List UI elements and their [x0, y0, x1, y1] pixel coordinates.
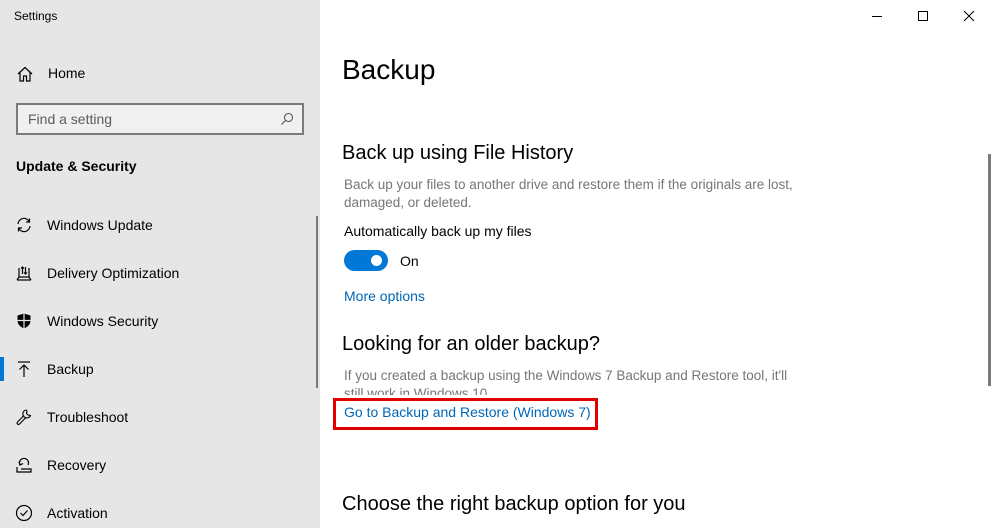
check-circle-icon	[15, 504, 33, 522]
sidebar-item-label: Delivery Optimization	[47, 265, 180, 281]
sidebar-item-backup[interactable]: Backup	[0, 349, 312, 389]
sidebar-item-recovery[interactable]: Recovery	[0, 445, 312, 485]
main-scrollbar[interactable]	[988, 154, 991, 386]
sidebar-item-label: Troubleshoot	[47, 409, 129, 425]
close-button[interactable]	[946, 0, 992, 32]
sidebar-scrollbar[interactable]	[316, 216, 318, 388]
recovery-icon	[15, 456, 33, 474]
active-indicator	[0, 357, 4, 381]
minimize-button[interactable]	[854, 0, 900, 32]
sidebar-item-delivery-optimization[interactable]: Delivery Optimization	[0, 253, 312, 293]
minimize-icon	[872, 16, 882, 17]
sidebar: Settings Home Update & Security Windows …	[0, 0, 320, 528]
toggle-state-label: On	[400, 253, 419, 269]
main-content: Backup Back up using File History Back u…	[320, 0, 992, 528]
older-backup-heading: Looking for an older backup?	[342, 333, 600, 355]
older-backup-description: If you created a backup using the Window…	[344, 368, 788, 395]
sidebar-item-label: Backup	[47, 361, 94, 377]
shield-icon	[15, 312, 33, 330]
file-history-heading: Back up using File History	[342, 142, 574, 164]
sidebar-item-activation[interactable]: Activation	[0, 493, 312, 528]
sidebar-item-label: Activation	[47, 505, 108, 521]
sidebar-item-home[interactable]: Home	[0, 58, 320, 88]
backup-restore-windows7-link[interactable]: Go to Backup and Restore (Windows 7)	[344, 404, 591, 420]
sync-icon	[15, 216, 33, 234]
maximize-button[interactable]	[900, 0, 946, 32]
choose-option-heading: Choose the right backup option for you	[342, 493, 686, 515]
sidebar-item-troubleshoot[interactable]: Troubleshoot	[0, 397, 312, 437]
auto-backup-label: Automatically back up my files	[344, 223, 532, 239]
more-options-link[interactable]: More options	[344, 288, 425, 304]
search-input[interactable]	[18, 105, 302, 133]
sidebar-item-windows-update[interactable]: Windows Update	[0, 205, 312, 245]
sidebar-item-label: Windows Update	[47, 217, 153, 233]
page-title: Backup	[342, 54, 436, 85]
home-icon	[16, 65, 34, 83]
section-title: Update & Security	[16, 158, 137, 174]
file-history-description: Back up your files to another drive and …	[344, 177, 793, 210]
toggle-knob	[371, 255, 382, 266]
sidebar-item-windows-security[interactable]: Windows Security	[0, 301, 312, 341]
search-icon[interactable]	[280, 112, 294, 126]
search-box[interactable]	[16, 103, 304, 135]
sidebar-item-label: Recovery	[47, 457, 107, 473]
delivery-optimization-icon	[15, 264, 33, 282]
backup-arrow-up-icon	[15, 360, 33, 378]
app-title: Settings	[14, 9, 58, 23]
auto-backup-toggle[interactable]	[344, 250, 388, 271]
sidebar-item-label: Windows Security	[47, 313, 159, 329]
maximize-icon	[918, 11, 928, 21]
close-icon	[963, 10, 975, 22]
home-label: Home	[48, 65, 86, 81]
wrench-icon	[15, 408, 33, 426]
